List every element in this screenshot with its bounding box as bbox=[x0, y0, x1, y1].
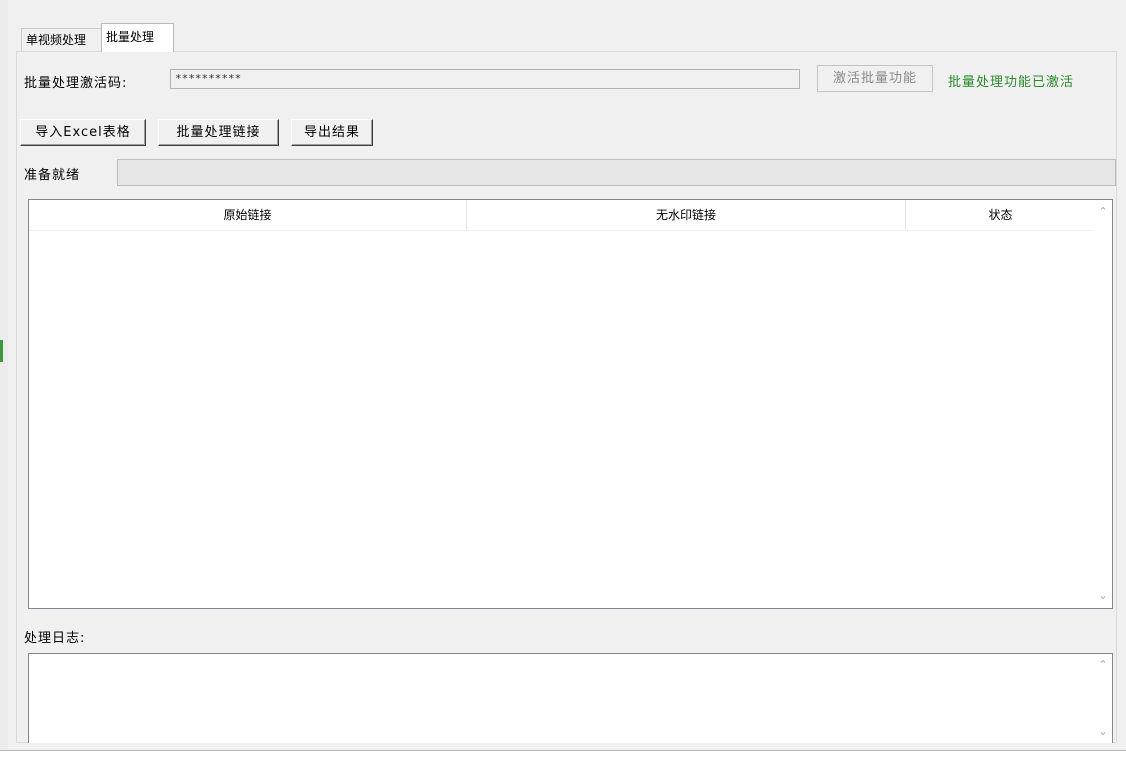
background-window-glyph bbox=[0, 84, 4, 96]
chevron-up-icon[interactable]: ⌃ bbox=[1094, 203, 1112, 221]
progress-bar bbox=[117, 159, 1116, 186]
column-header-original-link[interactable]: 原始链接 bbox=[29, 200, 467, 230]
chevron-down-icon[interactable]: ⌄ bbox=[1094, 587, 1112, 605]
export-results-button[interactable]: 导出结果 bbox=[291, 119, 373, 146]
chevron-down-icon[interactable]: ⌄ bbox=[1094, 723, 1112, 741]
activation-code-field[interactable]: ********** bbox=[170, 69, 800, 89]
results-table[interactable]: 原始链接 无水印链接 状态 ⌃ ⌄ bbox=[28, 199, 1113, 609]
log-scrollbar[interactable]: ⌃ ⌄ bbox=[1094, 654, 1112, 743]
progress-status-label: 准备就绪 bbox=[24, 168, 81, 183]
log-label: 处理日志: bbox=[24, 631, 86, 646]
results-table-header: 原始链接 无水印链接 状态 bbox=[29, 200, 1095, 231]
chevron-up-icon[interactable]: ⌃ bbox=[1094, 656, 1112, 674]
tab-batch-processing[interactable]: 批量处理 bbox=[101, 23, 174, 52]
import-excel-button[interactable]: 导入Excel表格 bbox=[20, 119, 146, 146]
column-header-status[interactable]: 状态 bbox=[906, 200, 1095, 230]
activation-code-label: 批量处理激活码: bbox=[24, 76, 128, 91]
main-window: 单视频处理 批量处理 批量处理激活码: ********** 激活批量功能 批量… bbox=[8, 0, 1125, 750]
activate-batch-button[interactable]: 激活批量功能 bbox=[817, 65, 933, 92]
tab-single-video[interactable]: 单视频处理 bbox=[21, 28, 103, 51]
background-window-marker bbox=[0, 340, 3, 362]
column-header-watermark-free-link[interactable]: 无水印链接 bbox=[467, 200, 906, 230]
batch-tab-panel: 批量处理激活码: ********** 激活批量功能 批量处理功能已激活 导入E… bbox=[16, 51, 1117, 743]
log-textarea[interactable]: ⌃ ⌄ bbox=[28, 653, 1113, 743]
batch-process-button[interactable]: 批量处理链接 bbox=[158, 119, 279, 146]
results-table-scrollbar[interactable]: ⌃ ⌄ bbox=[1094, 200, 1112, 608]
activation-status-text: 批量处理功能已激活 bbox=[948, 75, 1075, 90]
